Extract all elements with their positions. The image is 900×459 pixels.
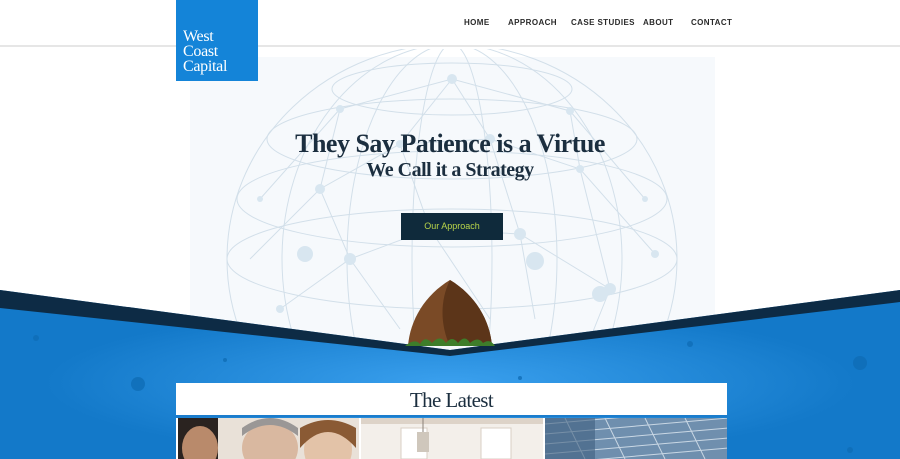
logo-line-2: Coast bbox=[183, 43, 218, 60]
nav-home[interactable]: HOME bbox=[464, 18, 490, 27]
latest-card-1[interactable] bbox=[176, 418, 359, 459]
logo-line-1: West bbox=[183, 28, 214, 45]
logo[interactable]: West Coast Capital bbox=[176, 0, 258, 81]
latest-title: The Latest bbox=[409, 388, 494, 412]
nav-contact[interactable]: CONTACT bbox=[691, 18, 732, 27]
hero-subtitle: We Call it a Strategy bbox=[366, 159, 534, 181]
nav-case-studies[interactable]: CASE STUDIES bbox=[571, 18, 635, 27]
nav-approach[interactable]: APPROACH bbox=[508, 18, 557, 27]
seed-icon bbox=[405, 280, 495, 346]
site-header: HOME APPROACH CASE STUDIES ABOUT CONTACT bbox=[0, 0, 900, 47]
our-approach-button[interactable]: Our Approach bbox=[401, 213, 503, 240]
latest-header: The Latest bbox=[176, 383, 727, 417]
hero-title: They Say Patience is a Virtue bbox=[295, 129, 605, 158]
nav-about[interactable]: ABOUT bbox=[643, 18, 673, 27]
people-photo bbox=[178, 418, 359, 459]
glass-building-photo bbox=[545, 418, 727, 459]
latest-card-3[interactable] bbox=[543, 418, 727, 459]
logo-line-3: Capital bbox=[183, 58, 228, 75]
latest-card-2[interactable] bbox=[359, 418, 543, 459]
interior-photo bbox=[361, 418, 543, 459]
